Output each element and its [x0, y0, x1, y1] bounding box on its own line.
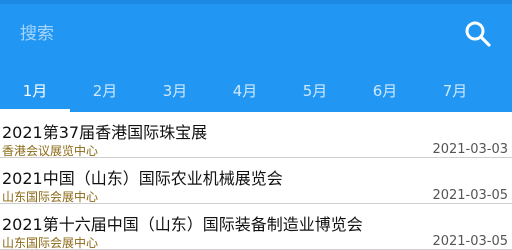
tab-month-2[interactable]: 2月 [70, 68, 140, 112]
exhibition-item[interactable]: 2021中国（山东）国际农业机械展览会 山东国际会展中心 2021-03-05 [0, 158, 512, 204]
tab-month-5[interactable]: 5月 [280, 68, 350, 112]
app-bar: 1月 2月 3月 4月 5月 6月 7月 [0, 0, 512, 112]
tab-month-7[interactable]: 7月 [420, 68, 490, 112]
tab-month-6[interactable]: 6月 [350, 68, 420, 112]
search-icon [465, 21, 491, 47]
month-tabs: 1月 2月 3月 4月 5月 6月 7月 [0, 68, 512, 112]
search-input[interactable] [14, 14, 444, 54]
search-button[interactable] [462, 18, 494, 50]
exhibition-venue: 香港会议展览中心 [2, 144, 99, 158]
tab-month-1[interactable]: 1月 [0, 68, 70, 112]
exhibition-item[interactable]: 2021第十六届中国（山东）国际装备制造业博览会 山东国际会展中心 2021-0… [0, 204, 512, 250]
exhibition-title: 2021第十六届中国（山东）国际装备制造业博览会 [2, 215, 363, 234]
tab-month-3[interactable]: 3月 [140, 68, 210, 112]
exhibition-date: 2021-03-05 [432, 234, 508, 249]
exhibition-date: 2021-03-03 [432, 142, 508, 157]
exhibition-title: 2021中国（山东）国际农业机械展览会 [2, 169, 283, 188]
exhibition-date: 2021-03-05 [432, 188, 508, 203]
exhibition-list: 2021第37届香港国际珠宝展 香港会议展览中心 2021-03-03 2021… [0, 112, 512, 250]
exhibition-venue: 山东国际会展中心 [2, 236, 99, 250]
exhibition-item[interactable]: 2021第37届香港国际珠宝展 香港会议展览中心 2021-03-03 [0, 112, 512, 158]
search-bar [0, 4, 512, 68]
exhibition-title: 2021第37届香港国际珠宝展 [2, 123, 208, 142]
exhibition-venue: 山东国际会展中心 [2, 190, 99, 204]
tab-month-4[interactable]: 4月 [210, 68, 280, 112]
